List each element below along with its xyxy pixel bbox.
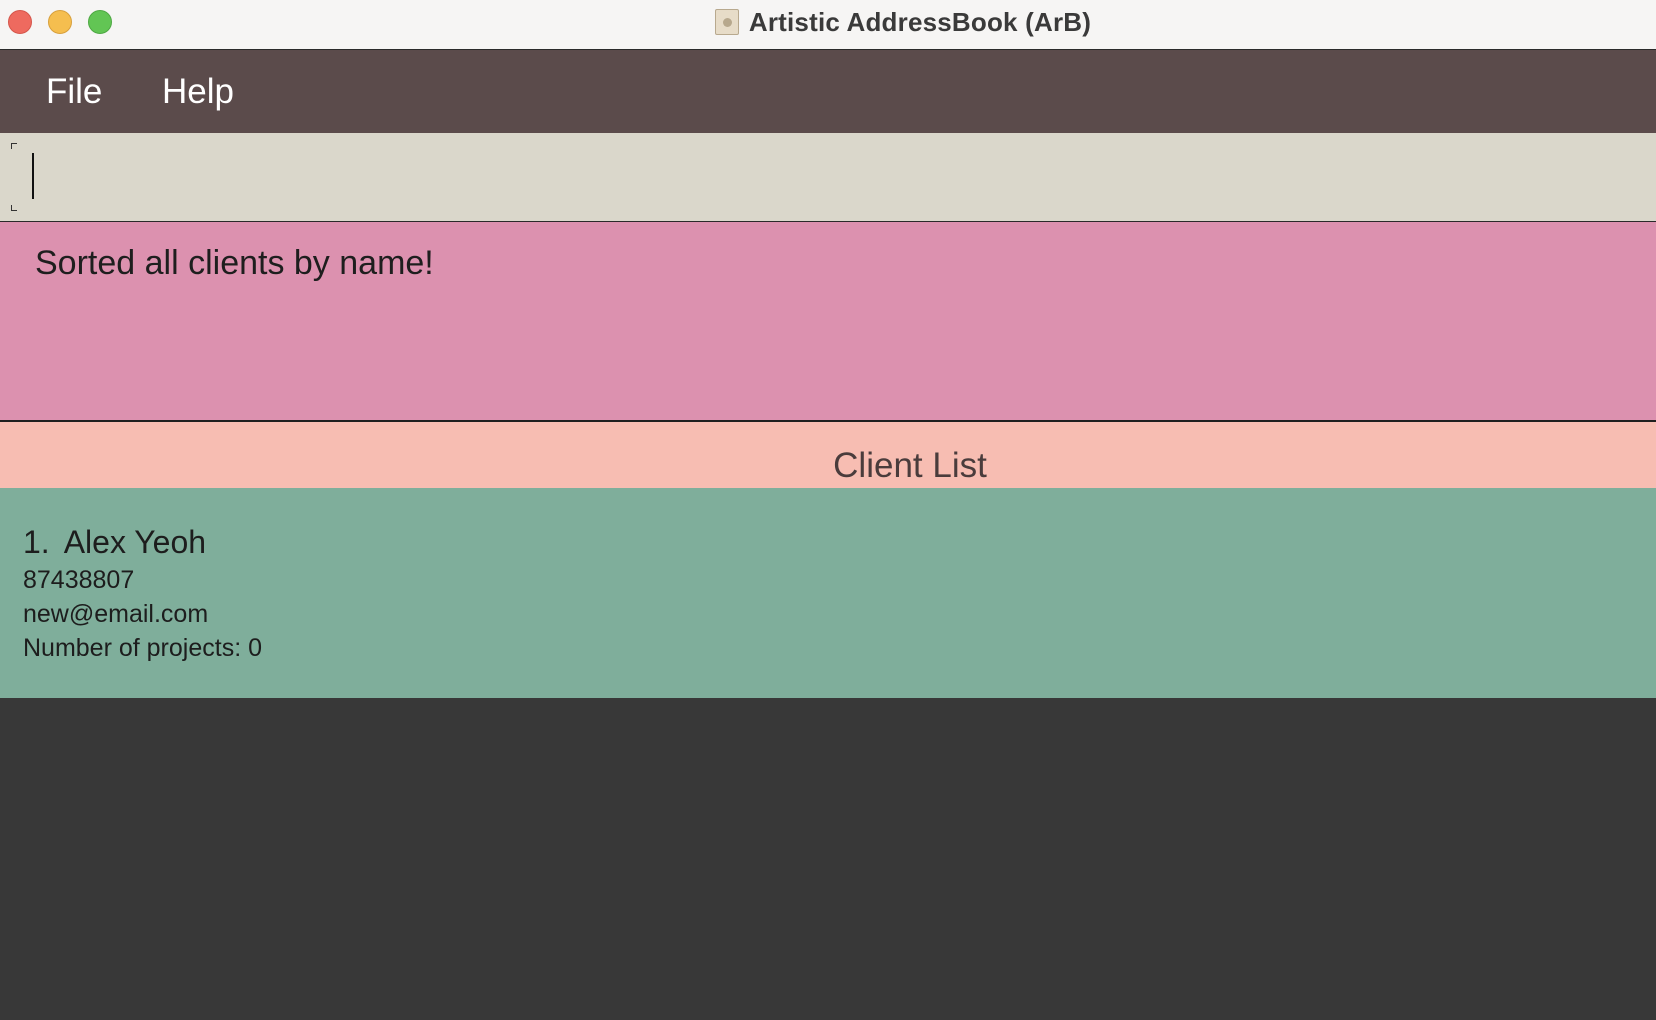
menu-file[interactable]: File [46,50,102,133]
client-name-row: 1. Alex Yeoh [23,524,206,561]
client-list-title: Client List [833,446,987,485]
client-list-header: Client List [0,422,1656,488]
title-bar[interactable]: Artistic AddressBook (ArB) [0,0,1656,50]
client-projects-count: Number of projects: 0 [23,634,262,662]
client-email: new@email.com [23,600,209,628]
client-phone: 87438807 [23,566,135,594]
app-window: Artistic AddressBook (ArB) File Help Sor… [0,0,1656,1020]
text-cursor [32,153,34,199]
command-input-corner [11,205,17,211]
client-index: 1. [23,524,50,560]
result-message: Sorted all clients by name! [35,244,434,282]
command-input[interactable] [12,143,1642,207]
client-list-empty-area [0,698,1656,1020]
window-title-group: Artistic AddressBook (ArB) [0,0,1656,44]
result-display: Sorted all clients by name! [0,222,1656,422]
client-card[interactable]: 1. Alex Yeoh 87438807 new@email.com Numbe… [0,488,1656,698]
menu-help[interactable]: Help [162,50,234,133]
command-input-corner [11,143,17,149]
window-title: Artistic AddressBook (ArB) [748,6,1092,37]
command-box [0,133,1656,222]
menu-bar: File Help [0,50,1656,133]
addressbook-icon [714,9,739,35]
client-name: Alex Yeoh [63,524,207,560]
